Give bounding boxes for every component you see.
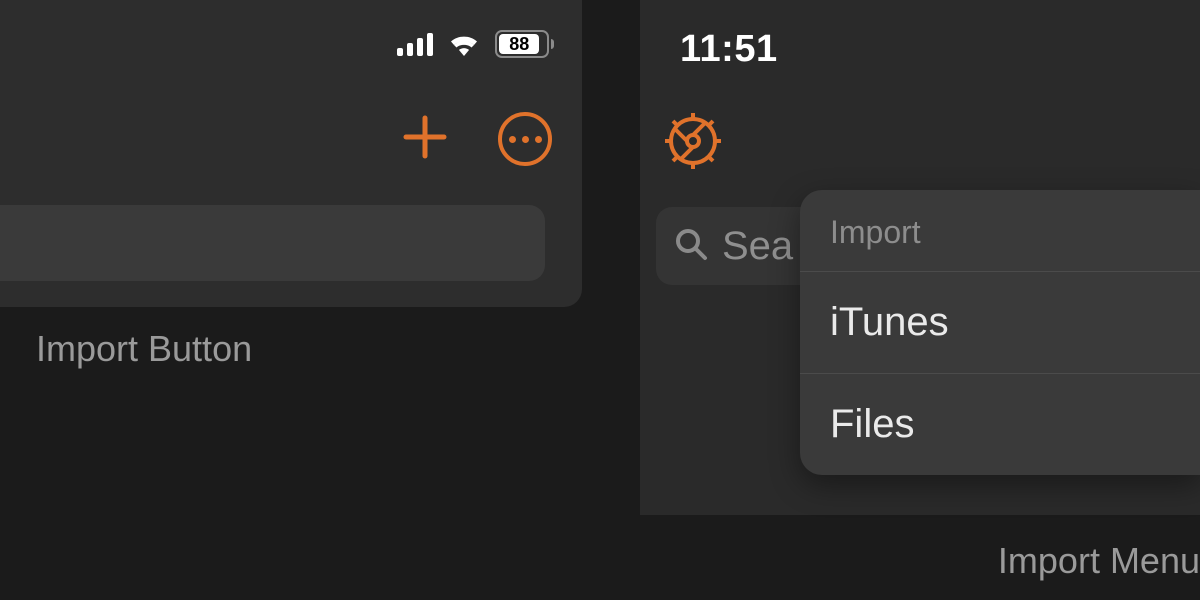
search-placeholder: Sea [722,224,793,269]
add-button[interactable] [402,114,448,165]
battery-indicator: 88 [495,30,554,58]
cellular-signal-icon [397,32,433,56]
search-input[interactable] [0,205,545,281]
status-time: 11:51 [680,28,778,71]
import-menu-item-itunes[interactable]: iTunes [800,272,1200,374]
wifi-icon [447,31,481,57]
search-icon [674,227,708,266]
dot-icon [522,136,529,143]
dot-icon [509,136,516,143]
battery-percent: 88 [509,34,529,55]
left-caption: Import Button [36,328,252,370]
status-bar: 88 [397,30,554,58]
right-screenshot-panel: 11:51 [640,0,1200,600]
right-caption: Import Menu [998,540,1200,582]
settings-button[interactable] [662,110,724,177]
toolbar [402,112,552,166]
dot-icon [535,136,542,143]
more-button[interactable] [498,112,552,166]
import-menu: Import iTunes Files [800,190,1200,475]
import-menu-header: Import [800,190,1200,272]
left-screenshot-panel: 88 [0,0,582,307]
import-menu-item-files[interactable]: Files [800,374,1200,475]
